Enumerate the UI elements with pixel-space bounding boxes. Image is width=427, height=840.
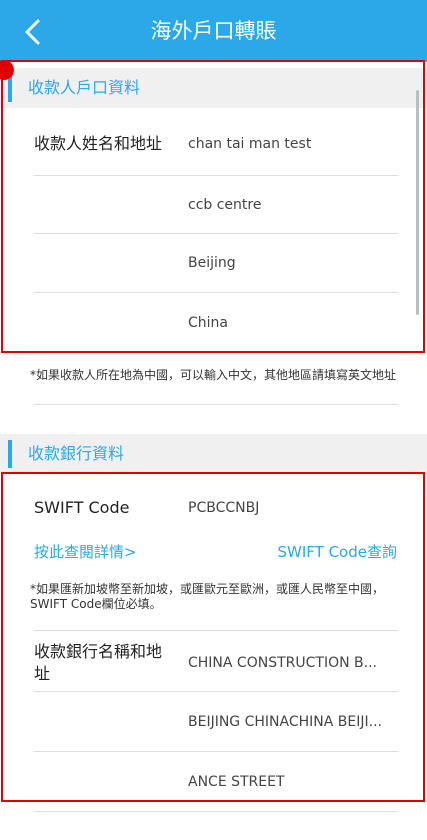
bank-address-line-2[interactable]: ANCE STREET bbox=[188, 772, 285, 792]
divider bbox=[34, 404, 398, 405]
scrollbar[interactable] bbox=[416, 90, 419, 315]
section-accent-bar bbox=[8, 440, 12, 468]
payee-name-address-label: 收款人姓名和地址 bbox=[34, 134, 163, 153]
bank-address-line-1[interactable]: BEIJING CHINACHINA BEIJI... bbox=[188, 712, 382, 732]
payee-address-line-3[interactable]: China bbox=[188, 313, 228, 333]
swift-code-label: SWIFT Code bbox=[34, 498, 130, 517]
page-title: 海外戶口轉賬 bbox=[150, 19, 277, 43]
payee-address-note: *如果收款人所在地為中國，可以輸入中文，其他地區請填寫英文地址 bbox=[30, 368, 397, 382]
payee-address-row[interactable]: ccb centre bbox=[34, 176, 398, 234]
swift-code-lookup-link[interactable]: SWIFT Code查詢 bbox=[278, 542, 397, 562]
bank-section-title: 收款銀行資料 bbox=[28, 444, 125, 463]
bank-name-row[interactable]: 收款銀行名稱和地址 CHINA CONSTRUCTION B... bbox=[34, 631, 398, 692]
top-bar: 海外戶口轉賬 bbox=[0, 0, 427, 62]
swift-code-row[interactable]: SWIFT Code PCBCCNBJ bbox=[34, 484, 398, 530]
view-details-link[interactable]: 按此查閱詳情> bbox=[34, 542, 137, 562]
payee-address-row[interactable]: Beijing bbox=[34, 234, 398, 293]
bank-name-value[interactable]: CHINA CONSTRUCTION B... bbox=[188, 653, 377, 673]
payee-address-line-2[interactable]: Beijing bbox=[188, 253, 236, 273]
payee-address-line-1[interactable]: ccb centre bbox=[188, 195, 261, 215]
payee-address-row[interactable]: China bbox=[34, 293, 398, 353]
payee-name-value[interactable]: chan tai man test bbox=[188, 134, 311, 154]
bank-section-header: 收款銀行資料 bbox=[0, 434, 427, 474]
payee-section-header: 收款人戶口資料 bbox=[0, 68, 427, 108]
bank-address-row[interactable]: ANCE STREET bbox=[34, 752, 398, 812]
payee-name-row[interactable]: 收款人姓名和地址 chan tai man test bbox=[34, 118, 398, 176]
bank-address-row[interactable]: BEIJING CHINACHINA BEIJI... bbox=[34, 692, 398, 752]
bank-name-address-label: 收款銀行名稱和地址 bbox=[34, 642, 163, 683]
payee-section-title: 收款人戶口資料 bbox=[28, 78, 141, 97]
swift-code-note: *如果匯新加坡幣至新加坡，或匯歐元至歐洲，或匯人民幣至中國，SWIFT Code… bbox=[30, 582, 385, 611]
swift-code-value[interactable]: PCBCCNBJ bbox=[188, 498, 259, 518]
